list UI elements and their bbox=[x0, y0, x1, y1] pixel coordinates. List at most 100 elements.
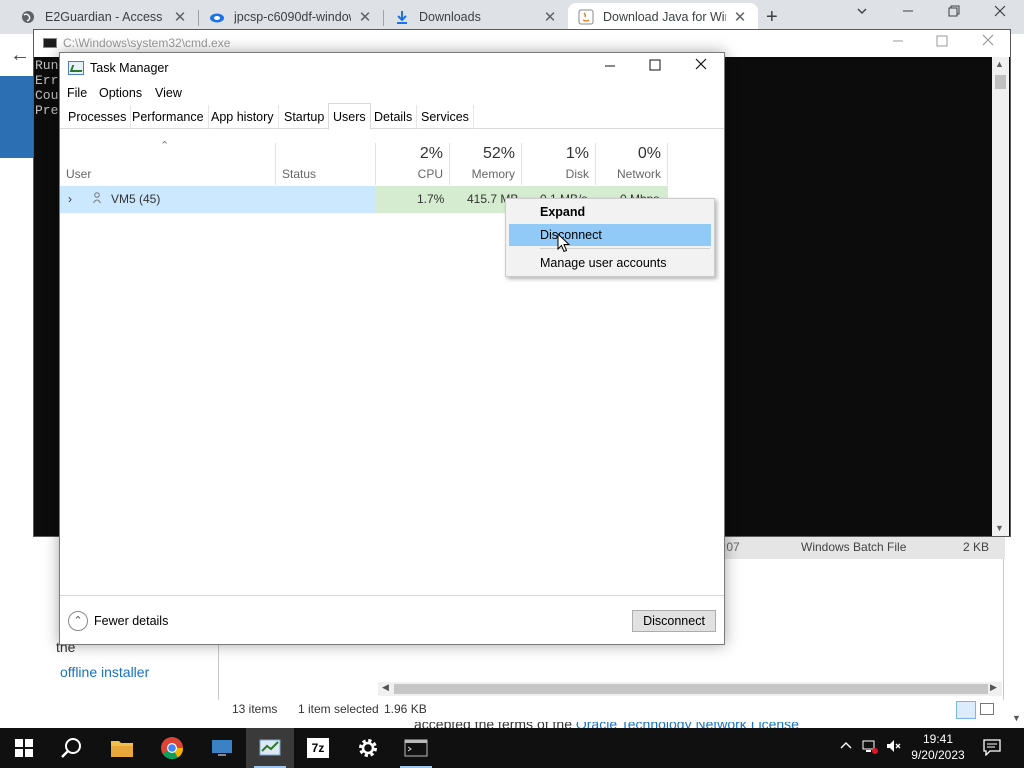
chrome-taskbar-item[interactable] bbox=[148, 728, 196, 768]
new-tab-button[interactable]: + bbox=[766, 6, 778, 29]
minimize-icon[interactable] bbox=[902, 4, 914, 20]
search-button[interactable] bbox=[48, 728, 96, 768]
disconnect-button[interactable]: Disconnect bbox=[632, 610, 716, 632]
column-user[interactable]: ⌃ User bbox=[60, 140, 276, 185]
close-tab-icon[interactable]: ✕ bbox=[357, 8, 373, 26]
cmd-line: Pre bbox=[35, 103, 59, 118]
browser-tab-title: E2Guardian - Access De bbox=[45, 10, 166, 24]
back-button[interactable]: ← bbox=[10, 44, 30, 67]
column-memory[interactable]: 52% Memory bbox=[450, 143, 522, 185]
column-network[interactable]: 0% Network bbox=[596, 143, 668, 185]
context-menu: Expand Disconnect Manage user accounts bbox=[505, 198, 715, 277]
chevron-up-icon[interactable]: ⌃ bbox=[68, 611, 88, 631]
column-label: Memory bbox=[471, 167, 515, 181]
tab-users[interactable]: Users bbox=[328, 103, 371, 130]
maximize-icon[interactable] bbox=[640, 57, 670, 76]
restore-icon[interactable] bbox=[948, 4, 960, 20]
task-manager-titlebar[interactable]: Task Manager bbox=[60, 53, 724, 83]
remote-desktop-taskbar-item[interactable] bbox=[198, 728, 246, 768]
network-total: 0% bbox=[637, 145, 661, 162]
menu-item-manage-user-accounts[interactable]: Manage user accounts bbox=[509, 252, 711, 274]
status-size: 1.96 KB bbox=[384, 702, 427, 716]
scrollbar-thumb[interactable] bbox=[394, 684, 988, 694]
tab-details[interactable]: Details bbox=[370, 105, 418, 129]
settings-taskbar-item[interactable] bbox=[344, 728, 392, 768]
browser-tab-downloads[interactable]: Downloads ✕ bbox=[384, 3, 568, 31]
sort-ascending-icon: ⌃ bbox=[160, 140, 170, 152]
user-name: VM5 (45) bbox=[111, 192, 161, 206]
browser-tab-e2guardian[interactable]: E2Guardian - Access De ✕ bbox=[10, 3, 198, 31]
cmd-output: Run Err Cou Pre bbox=[35, 58, 58, 118]
close-tab-icon[interactable]: ✕ bbox=[732, 8, 748, 26]
chevron-right-icon[interactable]: › bbox=[68, 192, 72, 206]
scrollbar-thumb[interactable] bbox=[995, 75, 1006, 89]
explorer-status-bar: 13 items 1 item selected 1.96 KB bbox=[218, 700, 1004, 722]
column-label: User bbox=[66, 167, 92, 181]
system-clock[interactable]: 19:41 9/20/2023 bbox=[900, 731, 976, 763]
7zip-taskbar-item[interactable]: 7z bbox=[294, 728, 342, 768]
task-manager-icon bbox=[68, 61, 84, 75]
cmd-scrollbar[interactable]: ▲ ▼ bbox=[992, 57, 1009, 536]
cmd-line: Cou bbox=[35, 88, 59, 103]
column-label: Status bbox=[282, 167, 317, 181]
user-icon bbox=[93, 192, 101, 204]
scroll-left-icon[interactable]: ◀ bbox=[382, 682, 389, 693]
tab-processes[interactable]: Processes bbox=[64, 105, 132, 129]
scroll-down-icon[interactable]: ▼ bbox=[995, 523, 1004, 533]
close-tab-icon[interactable]: ✕ bbox=[172, 8, 188, 26]
details-view-icon[interactable] bbox=[956, 701, 976, 719]
taskbar: 7z 19:41 9/20/2023 bbox=[0, 728, 1024, 768]
close-tab-icon[interactable]: ✕ bbox=[542, 8, 558, 26]
close-icon[interactable] bbox=[982, 33, 994, 51]
menu-file[interactable]: File bbox=[67, 86, 87, 100]
fewer-details-link[interactable]: Fewer details bbox=[94, 614, 168, 628]
scroll-right-icon[interactable]: ▶ bbox=[990, 682, 997, 693]
browser-tab-java[interactable]: Download Java for Win ✕ bbox=[568, 3, 758, 31]
close-window-icon[interactable] bbox=[994, 4, 1006, 20]
cmd-line: Run bbox=[35, 58, 59, 73]
show-hidden-icons-icon[interactable] bbox=[840, 738, 852, 753]
browser-tab-title: jpcsp-c6090df-window bbox=[234, 10, 351, 24]
action-center-icon[interactable] bbox=[983, 738, 1001, 759]
menu-options[interactable]: Options bbox=[99, 86, 142, 100]
menu-view[interactable]: View bbox=[155, 86, 182, 100]
cmd-line: Err bbox=[35, 73, 59, 88]
column-headers: ⌃ User Status 2% CPU 52% Memory 1% Disk … bbox=[60, 140, 724, 185]
file-explorer-taskbar-item[interactable] bbox=[98, 728, 146, 768]
terminal-icon bbox=[404, 739, 428, 757]
start-button[interactable] bbox=[0, 728, 48, 768]
column-status[interactable]: Status bbox=[276, 143, 376, 185]
user-cpu: 1.7% bbox=[417, 192, 445, 206]
window-title: Task Manager bbox=[90, 61, 169, 75]
maximize-icon[interactable] bbox=[936, 33, 948, 51]
memory-total: 52% bbox=[482, 145, 515, 162]
browser-tab-title: Download Java for Win bbox=[603, 10, 726, 24]
tab-performance[interactable]: Performance bbox=[128, 105, 209, 129]
tab-startup[interactable]: Startup bbox=[280, 105, 330, 129]
column-cpu[interactable]: 2% CPU bbox=[376, 143, 450, 185]
status-selected: 1 item selected bbox=[298, 702, 379, 716]
task-manager-taskbar-item[interactable] bbox=[246, 728, 294, 768]
offline-installer-link[interactable]: offline installer bbox=[60, 664, 149, 680]
cmd-taskbar-item[interactable] bbox=[392, 728, 440, 768]
minimize-icon[interactable] bbox=[595, 57, 625, 76]
scroll-up-icon[interactable]: ▲ bbox=[995, 59, 1004, 69]
file-date: :07 bbox=[723, 540, 740, 554]
menu-item-expand[interactable]: Expand bbox=[509, 201, 711, 223]
tab-app-history[interactable]: App history bbox=[207, 105, 279, 129]
close-icon[interactable] bbox=[686, 57, 716, 76]
tab-services[interactable]: Services bbox=[417, 105, 474, 129]
browser-tab-title: Downloads bbox=[419, 10, 481, 24]
mouse-cursor-icon bbox=[557, 232, 571, 256]
minimize-icon[interactable] bbox=[892, 33, 904, 51]
browser-tab-jpcsp[interactable]: jpcsp-c6090df-window ✕ bbox=[199, 3, 383, 31]
scroll-down-icon[interactable]: ▼ bbox=[1012, 713, 1021, 723]
task-manager-icon bbox=[259, 739, 281, 756]
folder-icon bbox=[111, 741, 133, 757]
column-disk[interactable]: 1% Disk bbox=[522, 143, 596, 185]
network-icon[interactable] bbox=[862, 738, 878, 757]
large-icons-view-icon[interactable] bbox=[980, 703, 994, 715]
column-label: Network bbox=[616, 167, 661, 181]
tab-search-icon[interactable] bbox=[856, 4, 868, 20]
menu-item-disconnect[interactable]: Disconnect bbox=[509, 224, 711, 246]
